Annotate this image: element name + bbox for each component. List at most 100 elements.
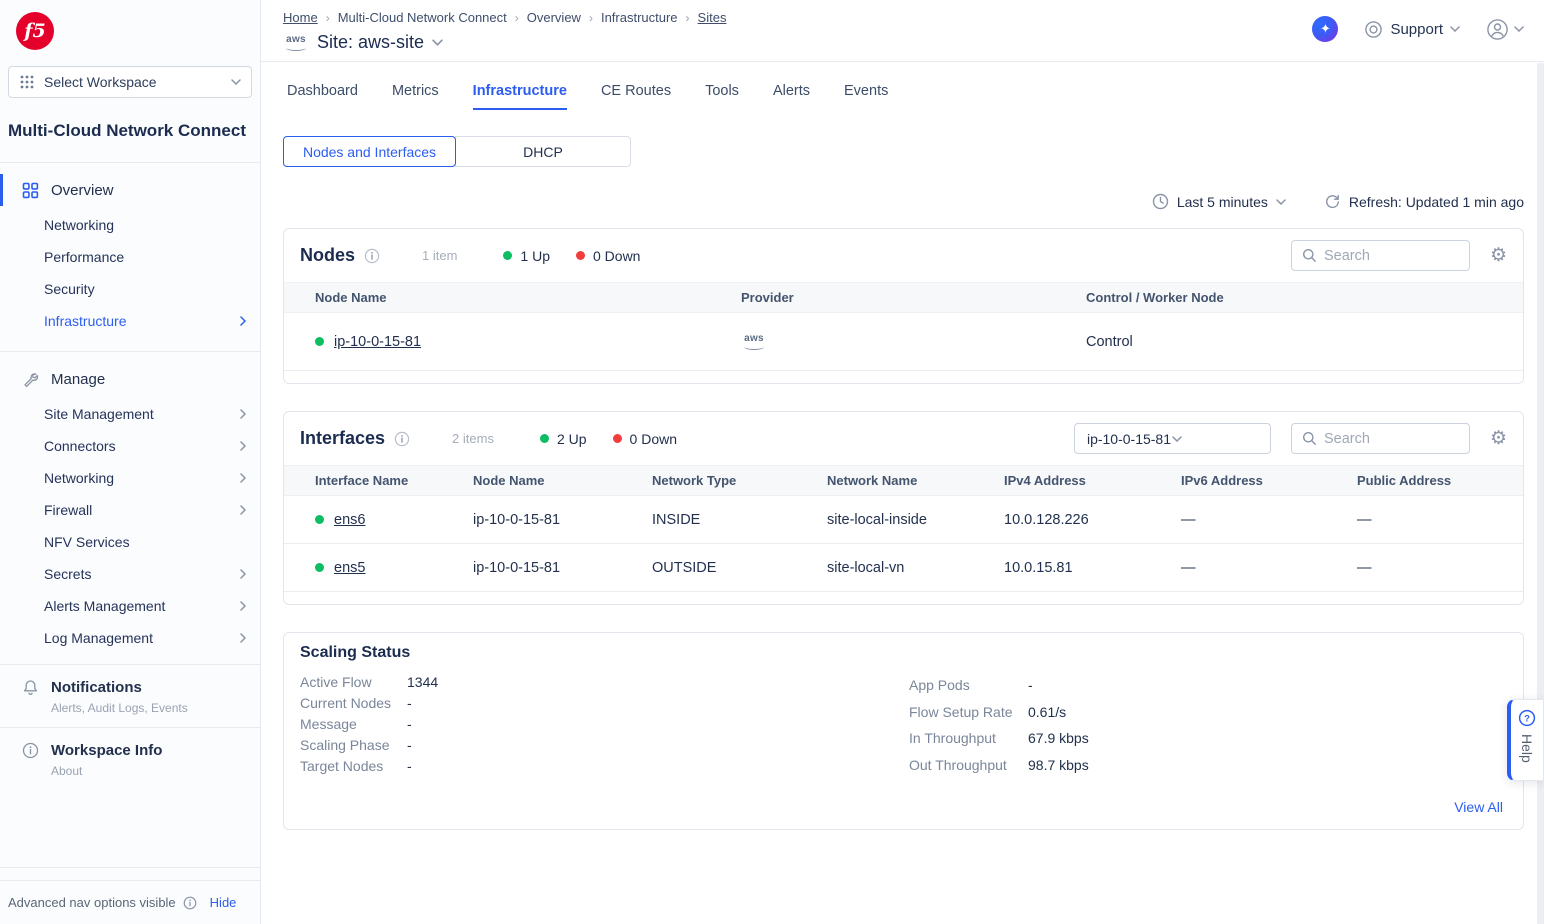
- divider: [0, 351, 260, 352]
- tab-events[interactable]: Events: [844, 83, 888, 110]
- subtab-nodes-and-interfaces[interactable]: Nodes and Interfaces: [283, 136, 456, 167]
- tab-alerts[interactable]: Alerts: [773, 83, 810, 110]
- table-row: ens5 ip-10-0-15-81 OUTSIDE site-local-vn…: [284, 544, 1523, 592]
- sidebar-item-networking-manage[interactable]: Networking: [0, 462, 260, 494]
- sidebar-item-label: Site Management: [44, 406, 154, 422]
- grid-dots-icon: [19, 74, 35, 90]
- node-filter-value: ip-10-0-15-81: [1087, 431, 1173, 447]
- nodes-title: Nodes: [300, 245, 355, 266]
- workspace-selector[interactable]: Select Workspace: [8, 66, 252, 98]
- breadcrumb-mcn: Multi-Cloud Network Connect: [338, 10, 507, 25]
- help-tab[interactable]: ? Help: [1507, 699, 1544, 781]
- sidebar-item-connectors[interactable]: Connectors: [0, 430, 260, 462]
- sidebar-item-log-management[interactable]: Log Management: [0, 622, 260, 654]
- sidebar-item-secrets[interactable]: Secrets: [0, 558, 260, 590]
- sidebar-item-label: Firewall: [44, 502, 92, 518]
- cell-ipv4: 10.0.15.81: [1004, 560, 1181, 576]
- sidebar-item-firewall[interactable]: Firewall: [0, 494, 260, 526]
- interfaces-search-input[interactable]: [1324, 431, 1459, 447]
- time-range-selector[interactable]: Last 5 minutes: [1152, 193, 1286, 210]
- sidebar-item-overview[interactable]: Overview: [0, 171, 260, 209]
- view-all-link[interactable]: View All: [1454, 799, 1503, 815]
- search-icon: [1302, 431, 1317, 446]
- up-dot: [503, 251, 512, 260]
- node-link[interactable]: ip-10-0-15-81: [334, 334, 421, 350]
- stat-app-pods: App Pods-: [909, 672, 1089, 699]
- chevron-down-icon: [432, 39, 443, 46]
- info-icon: [22, 742, 39, 778]
- cell-network-name: site-local-inside: [827, 512, 1004, 528]
- sidebar-item-networking[interactable]: Networking: [0, 209, 260, 241]
- nodes-search-input[interactable]: [1324, 248, 1459, 264]
- sidebar-item-performance[interactable]: Performance: [0, 241, 260, 273]
- col-provider: Provider: [741, 290, 1086, 305]
- workspace-info-subtitle: About: [51, 764, 162, 778]
- cell-public: —: [1357, 560, 1523, 576]
- time-range-label: Last 5 minutes: [1177, 194, 1268, 210]
- sidebar-item-label: Security: [44, 281, 95, 297]
- support-label: Support: [1390, 21, 1443, 38]
- subtab-group: Nodes and Interfaces DHCP: [283, 136, 1544, 167]
- breadcrumb-overview: Overview: [527, 10, 581, 25]
- tab-metrics[interactable]: Metrics: [392, 83, 439, 110]
- breadcrumb-sites[interactable]: Sites: [698, 10, 727, 25]
- sidebar-item-label: Networking: [44, 470, 114, 486]
- support-icon: [1364, 20, 1383, 39]
- gear-icon[interactable]: ⚙: [1490, 246, 1507, 265]
- sidebar-item-label: Secrets: [44, 566, 91, 582]
- page-title: Site: aws-site: [317, 32, 424, 53]
- col-network-name: Network Name: [827, 473, 1004, 488]
- cell-network-name: site-local-vn: [827, 560, 1004, 576]
- ai-assistant-button[interactable]: ✦: [1312, 16, 1338, 42]
- chevron-down-icon: [231, 79, 241, 85]
- tab-tools[interactable]: Tools: [705, 83, 739, 110]
- hide-nav-button[interactable]: Hide: [210, 895, 237, 910]
- subtab-dhcp[interactable]: DHCP: [455, 136, 631, 167]
- sidebar: f5 Select Workspace Multi-Cloud Network …: [0, 0, 261, 924]
- tab-infrastructure[interactable]: Infrastructure: [473, 83, 567, 110]
- stat-target-nodes: Target Nodes-: [300, 756, 1507, 777]
- sidebar-item-alerts-management[interactable]: Alerts Management: [0, 590, 260, 622]
- up-dot: [315, 337, 324, 346]
- col-public: Public Address: [1357, 473, 1523, 488]
- col-interface-name: Interface Name: [315, 473, 473, 488]
- cell-ipv6: —: [1181, 512, 1357, 528]
- refresh-button[interactable]: Refresh: Updated 1 min ago: [1324, 193, 1524, 210]
- sidebar-item-workspace-info[interactable]: Workspace Info About: [0, 728, 260, 790]
- nodes-down-status: 0 Down: [576, 248, 640, 264]
- tab-ce-routes[interactable]: CE Routes: [601, 83, 671, 110]
- f5-logo[interactable]: f5: [16, 12, 54, 50]
- info-icon[interactable]: [394, 431, 410, 447]
- sidebar-item-notifications[interactable]: Notifications Alerts, Audit Logs, Events: [0, 665, 260, 727]
- breadcrumb-separator: ›: [686, 11, 690, 25]
- interface-link[interactable]: ens5: [334, 560, 365, 576]
- sidebar-item-label: Infrastructure: [44, 313, 126, 329]
- user-menu[interactable]: [1486, 18, 1524, 41]
- page-header: Home › Multi-Cloud Network Connect › Ove…: [261, 0, 1544, 62]
- node-filter-select[interactable]: ip-10-0-15-81: [1074, 423, 1271, 454]
- gear-icon[interactable]: ⚙: [1490, 429, 1507, 448]
- sidebar-item-infrastructure[interactable]: Infrastructure: [0, 305, 260, 337]
- info-icon[interactable]: [183, 896, 197, 910]
- sidebar-item-site-management[interactable]: Site Management: [0, 398, 260, 430]
- cell-network-type: INSIDE: [652, 512, 827, 528]
- interfaces-count: 2 items: [452, 431, 494, 446]
- interfaces-up-status: 2 Up: [540, 431, 587, 447]
- sidebar-item-manage[interactable]: Manage: [0, 360, 260, 398]
- chevron-right-icon: [240, 409, 246, 419]
- support-menu[interactable]: Support: [1364, 20, 1460, 39]
- stat-current-nodes: Current Nodes-: [300, 693, 1507, 714]
- time-controls: Last 5 minutes Refresh: Updated 1 min ag…: [261, 193, 1524, 210]
- sidebar-item-nfv-services[interactable]: NFV Services: [0, 526, 260, 558]
- tab-dashboard[interactable]: Dashboard: [287, 83, 358, 110]
- interfaces-table-header: Interface Name Node Name Network Type Ne…: [284, 465, 1523, 496]
- scrollbar[interactable]: [1537, 63, 1544, 924]
- table-row: ip-10-0-15-81 aws Control: [284, 313, 1523, 371]
- interfaces-search: [1291, 423, 1470, 454]
- cell-network-type: OUTSIDE: [652, 560, 827, 576]
- user-avatar-icon: [1486, 18, 1509, 41]
- sidebar-item-security[interactable]: Security: [0, 273, 260, 305]
- breadcrumb-home[interactable]: Home: [283, 10, 318, 25]
- interface-link[interactable]: ens6: [334, 512, 365, 528]
- info-icon[interactable]: [364, 248, 380, 264]
